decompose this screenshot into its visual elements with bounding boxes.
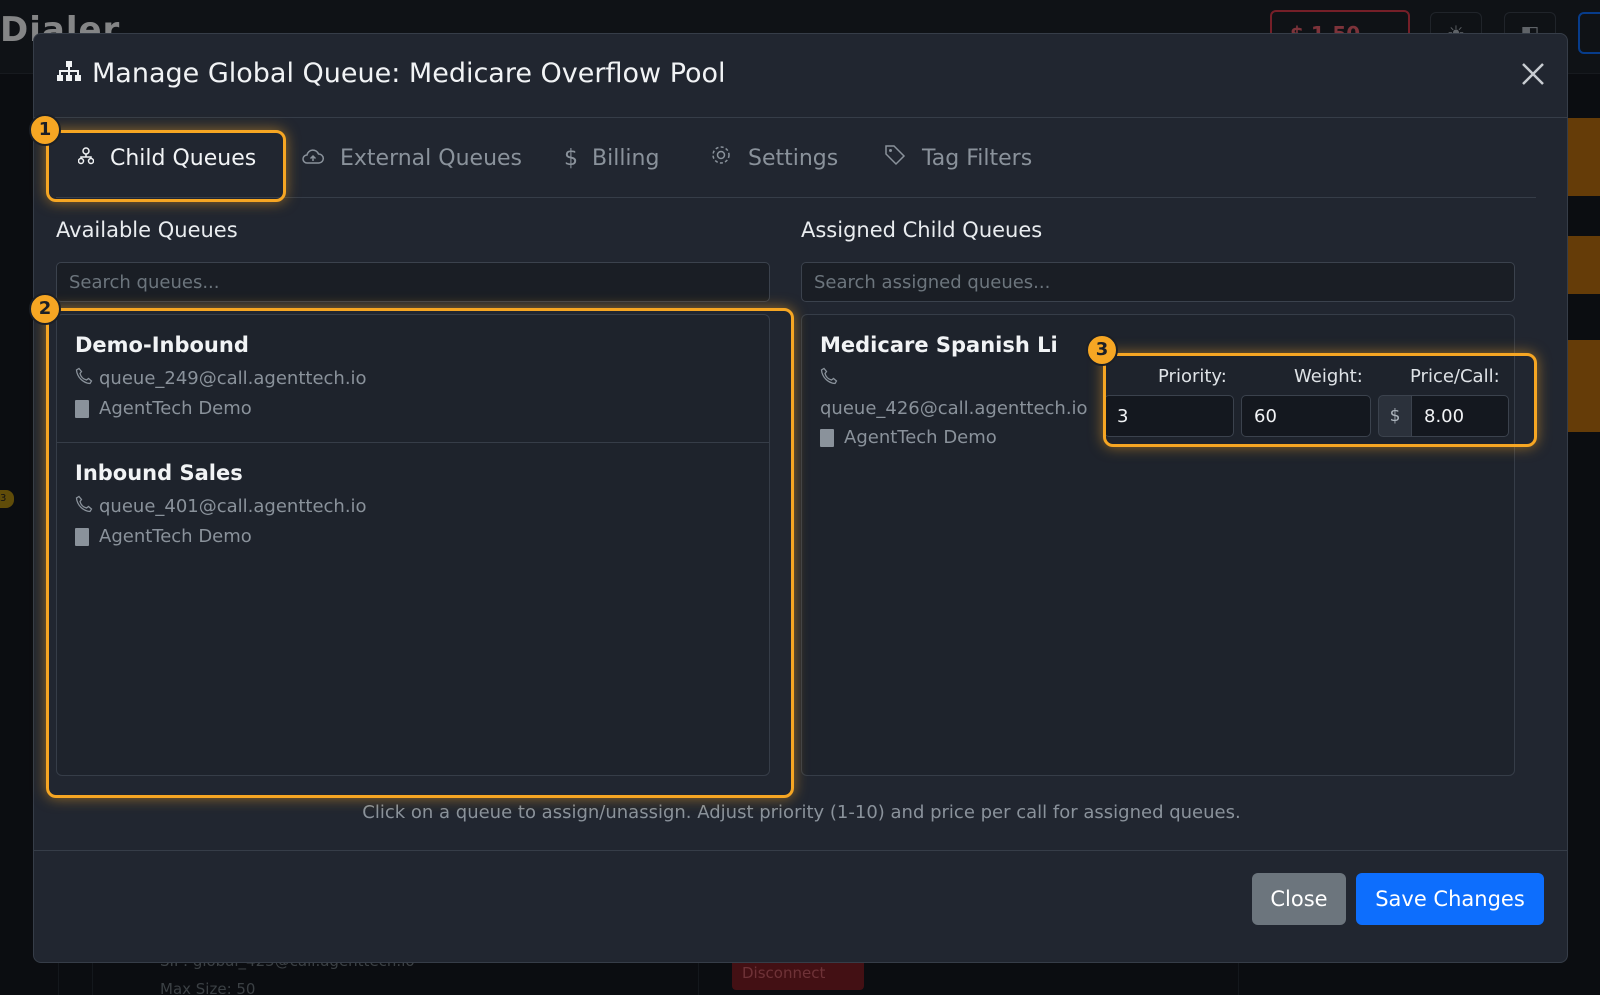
tab-billing[interactable]: $ Billing <box>564 118 659 198</box>
close-icon[interactable] <box>1517 58 1549 90</box>
available-queues-list: Demo-Inbound queue_249@call.agenttech.io… <box>56 314 770 776</box>
modal-title: Manage Global Queue: Medicare Overflow P… <box>56 58 726 89</box>
queue-address-line: queue_426@call.agenttech.io <box>820 398 1094 419</box>
assigned-queues-title: Assigned Child Queues <box>801 218 1043 242</box>
phone-icon <box>75 495 99 518</box>
queue-address: queue_401@call.agenttech.io <box>99 496 367 517</box>
manage-queue-modal: Manage Global Queue: Medicare Overflow P… <box>33 33 1568 963</box>
tab-tag-filters[interactable]: Tag Filters <box>884 118 1032 198</box>
tab-bar: Child Queues External Queues $ Billing S… <box>56 118 1536 198</box>
price-input[interactable] <box>1411 395 1509 437</box>
search-queues-input[interactable] <box>56 262 770 302</box>
queue-org-line: AgentTech Demo <box>75 398 751 419</box>
tab-label: Child Queues <box>110 145 257 171</box>
phone-icon <box>820 367 844 390</box>
queue-org: AgentTech Demo <box>844 427 997 448</box>
queue-address: queue_249@call.agenttech.io <box>99 368 367 389</box>
tab-settings[interactable]: Settings <box>710 118 838 198</box>
help-text: Click on a queue to assign/unassign. Adj… <box>362 802 1241 823</box>
tag-icon <box>884 144 922 172</box>
tab-label: External Queues <box>340 145 523 171</box>
list-item[interactable]: Demo-Inbound queue_249@call.agenttech.io… <box>57 315 769 443</box>
weight-label: Weight: <box>1294 366 1363 387</box>
queue-name: Medicare Spanish Li <box>820 333 1058 357</box>
phone-icon <box>75 367 99 390</box>
tab-child-queues[interactable]: Child Queues <box>77 118 257 198</box>
save-changes-button[interactable]: Save Changes <box>1356 873 1544 925</box>
queue-address-line: queue_249@call.agenttech.io <box>75 367 751 390</box>
weight-input[interactable] <box>1241 395 1371 437</box>
currency-addon: $ <box>1378 395 1412 437</box>
modal-title-text: Manage Global Queue: Medicare Overflow P… <box>92 58 726 89</box>
modal-footer: Close Save Changes <box>34 850 1567 962</box>
list-item[interactable]: Inbound Sales queue_401@call.agenttech.i… <box>57 443 769 573</box>
assigned-list-item[interactable]: Medicare Spanish Li queue_426@call.agent… <box>802 315 1514 465</box>
cloud-upload-icon <box>302 146 340 171</box>
dollar-icon: $ <box>564 145 578 171</box>
tab-label: Settings <box>748 145 839 171</box>
close-button[interactable]: Close <box>1252 873 1346 925</box>
queue-address-line: queue_401@call.agenttech.io <box>75 495 751 518</box>
building-icon <box>75 527 89 546</box>
queue-name: Demo-Inbound <box>75 333 249 357</box>
queue-org-line: AgentTech Demo <box>75 526 751 547</box>
assigned-queues-list: Medicare Spanish Li queue_426@call.agent… <box>801 314 1515 776</box>
queue-org: AgentTech Demo <box>99 526 252 547</box>
available-queues-title: Available Queues <box>56 218 238 242</box>
tab-label: Tag Filters <box>922 145 1033 171</box>
highlight-number-3: 3 <box>1086 334 1118 366</box>
queue-address: queue_426@call.agenttech.io <box>820 398 1088 419</box>
gear-icon <box>710 144 748 172</box>
queue-name: Inbound Sales <box>75 461 243 485</box>
building-icon <box>75 399 89 418</box>
search-assigned-input[interactable] <box>801 262 1515 302</box>
sitemap-icon <box>77 146 110 171</box>
priority-label: Priority: <box>1158 366 1227 387</box>
price-label: Price/Call: <box>1410 366 1500 387</box>
tab-external-queues[interactable]: External Queues <box>302 118 522 198</box>
building-icon <box>820 428 834 447</box>
tab-label: Billing <box>592 145 660 171</box>
highlight-number-2: 2 <box>29 293 61 325</box>
sitemap-icon <box>56 58 92 89</box>
highlight-number-1: 1 <box>29 114 61 146</box>
modal-header: Manage Global Queue: Medicare Overflow P… <box>34 34 1567 118</box>
priority-input[interactable] <box>1104 395 1234 437</box>
queue-org: AgentTech Demo <box>99 398 252 419</box>
